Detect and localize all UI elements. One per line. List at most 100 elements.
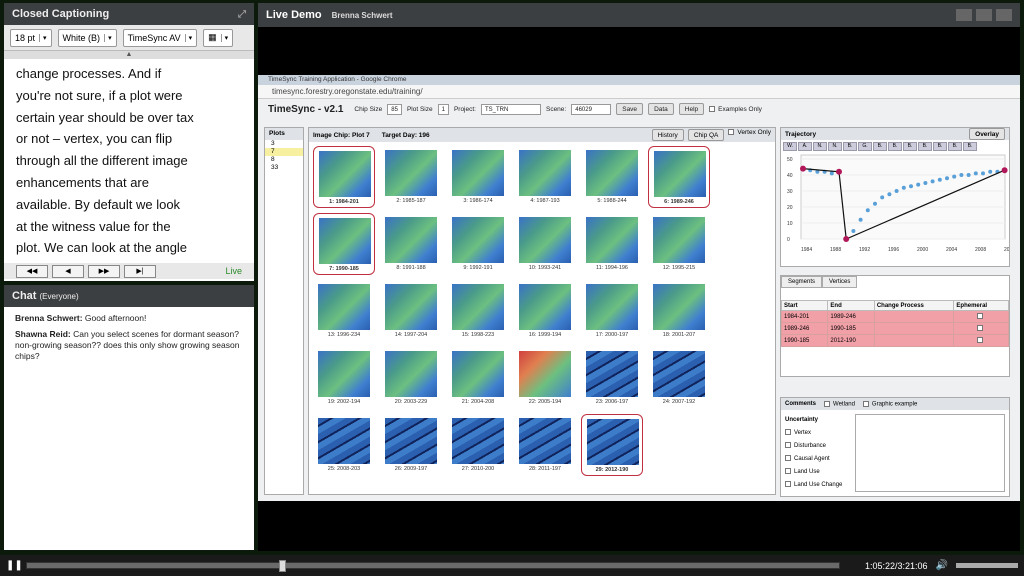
ephemeral-cell[interactable]	[953, 310, 1009, 323]
project-select[interactable]: TS_TRN	[480, 103, 541, 115]
plot-item[interactable]: 33	[265, 164, 303, 172]
chip-size-input[interactable]: 85	[387, 103, 402, 115]
uncertainty-option[interactable]: Disturbance	[785, 440, 842, 453]
uncertainty-option[interactable]: Causal Agent	[785, 453, 842, 466]
image-chip[interactable]: 14: 1997-204	[380, 280, 442, 342]
image-chip[interactable]: 6: 1989-246	[648, 146, 710, 208]
comment-textarea[interactable]	[855, 414, 1005, 492]
last-button[interactable]: ▶|	[124, 264, 156, 278]
fullscreen-icon[interactable]	[996, 9, 1012, 21]
image-chip[interactable]: 16: 1999-194	[514, 280, 576, 342]
band-tab[interactable]: B.	[843, 142, 857, 151]
segments-tab[interactable]: Segments	[781, 276, 823, 288]
seek-handle[interactable]	[278, 560, 286, 572]
font-select[interactable]: TimeSync AV ▾	[122, 28, 198, 47]
vertex-only-checkbox[interactable]: Vertex Only	[728, 129, 771, 141]
image-chip[interactable]: 23: 2006-197	[581, 347, 643, 409]
change-process-cell[interactable]	[873, 322, 955, 335]
ephemeral-cell[interactable]	[953, 334, 1009, 347]
image-chip[interactable]: 9: 1992-191	[447, 213, 509, 275]
seek-bar[interactable]	[26, 560, 840, 572]
band-tab[interactable]: B.	[903, 142, 917, 151]
band-tab[interactable]: W.	[783, 142, 797, 151]
band-tab[interactable]: B.	[948, 142, 962, 151]
image-chip[interactable]: 1: 1984-201	[313, 146, 375, 208]
band-tab[interactable]: A.	[798, 142, 812, 151]
band-tab[interactable]: N.	[828, 142, 842, 151]
volume-icon[interactable]: 🔊	[936, 560, 948, 571]
next-button[interactable]: ▶▶	[88, 264, 120, 278]
image-chip[interactable]: 20: 2003-229	[380, 347, 442, 409]
image-chip[interactable]: 24: 2007-192	[648, 347, 710, 409]
menu-select[interactable]: ▦ ▾	[203, 28, 234, 47]
checkbox[interactable]	[785, 429, 791, 436]
uncertainty-option[interactable]: Vertex	[785, 427, 842, 440]
chip-qa-button[interactable]: Chip QA	[687, 129, 725, 141]
band-tab[interactable]: N.	[813, 142, 827, 151]
ephemeral-checkbox[interactable]	[976, 337, 983, 344]
uncertainty-option[interactable]: Land Use	[785, 466, 842, 479]
image-chip[interactable]: 13: 1996-234	[313, 280, 375, 342]
collapse-icon[interactable]: ▲	[4, 51, 254, 59]
table-row[interactable]: 1984-201 1989-246	[780, 310, 1009, 323]
band-tab[interactable]: B.	[918, 142, 932, 151]
image-chip[interactable]: 11: 1994-196	[581, 213, 643, 275]
scene-select[interactable]: 46029	[571, 103, 612, 115]
image-chip[interactable]: 5: 1988-244	[581, 146, 643, 208]
image-chip[interactable]: 28: 2011-197	[514, 414, 576, 476]
checkbox[interactable]	[785, 481, 791, 488]
image-chip[interactable]: 8: 1991-188	[380, 213, 442, 275]
change-process-cell[interactable]	[873, 310, 955, 323]
checkbox[interactable]	[785, 442, 791, 449]
expand-icon[interactable]: ⤢	[238, 9, 246, 20]
prev-button[interactable]: ◀	[52, 264, 84, 278]
image-chip[interactable]: 22: 2005-194	[514, 347, 576, 409]
band-tab[interactable]: B.	[873, 142, 887, 151]
image-chip[interactable]: 12: 1995-215	[648, 213, 710, 275]
image-chip[interactable]: 7: 1990-185	[313, 213, 375, 275]
ephemeral-checkbox[interactable]	[976, 325, 983, 332]
checkbox[interactable]	[785, 455, 791, 462]
save-button[interactable]: Save	[616, 103, 644, 115]
graphic-example-checkbox[interactable]: Graphic example	[862, 400, 917, 407]
layout-icon[interactable]	[956, 9, 972, 21]
segments-tab[interactable]: Vertices	[822, 276, 858, 288]
plot-item[interactable]: 3	[265, 140, 303, 148]
ephemeral-cell[interactable]	[953, 322, 1009, 335]
image-chip[interactable]: 26: 2009-197	[380, 414, 442, 476]
change-process-cell[interactable]	[873, 334, 955, 347]
color-select[interactable]: White (B) ▾	[57, 28, 117, 47]
ephemeral-checkbox[interactable]	[976, 313, 983, 320]
first-button[interactable]: ◀◀	[16, 264, 48, 278]
image-chip[interactable]: 15: 1998-223	[447, 280, 509, 342]
checkbox[interactable]	[785, 468, 791, 475]
help-button[interactable]: Help	[678, 103, 705, 115]
grid-icon[interactable]	[976, 9, 992, 21]
plot-item[interactable]: 8	[265, 156, 303, 164]
plot-size-input[interactable]: 1	[437, 103, 449, 115]
image-chip[interactable]: 17: 2000-197	[581, 280, 643, 342]
history-button[interactable]: History	[651, 129, 684, 141]
image-chip[interactable]: 3: 1986-174	[447, 146, 509, 208]
image-chip[interactable]: 19: 2002-194	[313, 347, 375, 409]
uncertainty-option[interactable]: Land Use Change	[785, 479, 842, 492]
image-chip[interactable]: 10: 1993-241	[514, 213, 576, 275]
image-chip[interactable]: 4: 1987-193	[514, 146, 576, 208]
image-chip[interactable]: 18: 2001-207	[648, 280, 710, 342]
overlay-button[interactable]: Overlay	[969, 128, 1005, 140]
table-row[interactable]: 1990-185 2012-190	[780, 334, 1009, 347]
data-button[interactable]: Data	[648, 103, 674, 115]
image-chip[interactable]: 2: 1985-187	[380, 146, 442, 208]
image-chip[interactable]: 25: 2008-203	[313, 414, 375, 476]
examples-only-checkbox[interactable]: Examples Only	[709, 106, 762, 113]
band-tab[interactable]: B.	[888, 142, 902, 151]
font-size-select[interactable]: 18 pt ▾	[10, 28, 52, 47]
image-chip[interactable]: 21: 2004-208	[447, 347, 509, 409]
trajectory-plot[interactable]: 50 40 30 20 10 0 1984 1988 1992 1996 2000 2004 2008 2…	[781, 151, 1015, 263]
plot-item[interactable]: 7	[265, 148, 303, 156]
band-tab[interactable]: B.	[933, 142, 947, 151]
image-chip[interactable]: 27: 2010-200	[447, 414, 509, 476]
address-bar[interactable]: timesync.forestry.oregonstate.edu/traini…	[258, 85, 1020, 99]
table-row[interactable]: 1989-246 1990-185	[780, 322, 1009, 335]
image-chip[interactable]: 29: 2012-190	[581, 414, 643, 476]
